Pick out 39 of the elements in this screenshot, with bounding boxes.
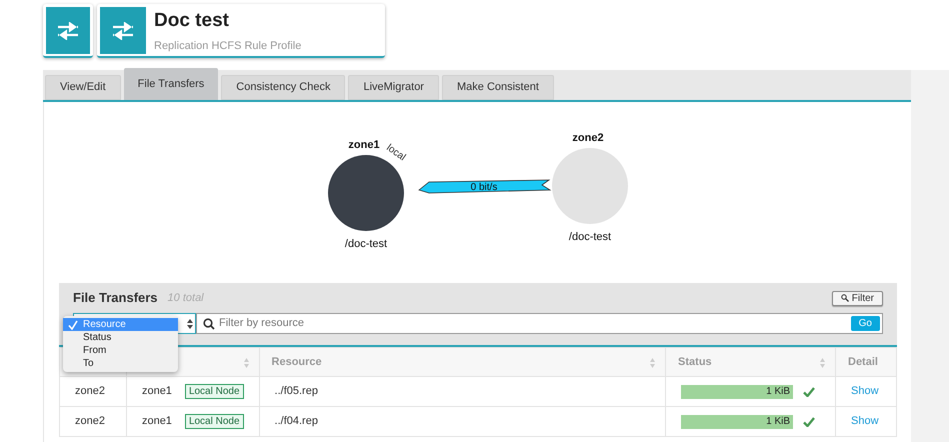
transfer-rate: 0 bit/s xyxy=(470,182,498,193)
page-title: Doc test xyxy=(154,9,230,33)
filter-button[interactable]: Filter xyxy=(832,290,883,306)
local-node-badge: Local Node xyxy=(184,384,244,399)
total-count: 10 total xyxy=(168,290,204,306)
zone-name: zone2 xyxy=(572,132,604,144)
sort-icon[interactable] xyxy=(244,358,249,368)
local-node-badge: Local Node xyxy=(184,414,244,429)
transfer-arrows-icon xyxy=(56,22,80,40)
table-cell-text: zone1 xyxy=(142,384,172,400)
table-cell: zone2 xyxy=(75,415,105,428)
search-icon xyxy=(840,294,849,302)
tab[interactable]: File Transfers xyxy=(124,68,218,100)
table-cell: ../f05.rep xyxy=(274,385,318,398)
tab[interactable]: Consistency Check xyxy=(221,75,346,100)
checkmark-icon xyxy=(68,320,78,330)
table-cell-text: zone1 xyxy=(142,414,172,430)
local-label: local xyxy=(384,142,408,164)
tab[interactable]: LiveMigrator xyxy=(348,75,439,100)
tab[interactable]: View/Edit xyxy=(45,75,121,100)
updown-arrows-icon xyxy=(187,318,193,328)
path-label: /doc-test xyxy=(568,231,612,243)
dropdown-option[interactable]: From xyxy=(63,344,178,357)
transfer-size: 1 KiB xyxy=(766,414,790,428)
zone-name: zone1 xyxy=(348,139,380,151)
transfer-size: 1 KiB xyxy=(766,384,790,398)
sort-icon[interactable] xyxy=(650,358,656,368)
tab[interactable]: Make Consistent xyxy=(442,75,554,100)
sort-icon[interactable] xyxy=(820,358,825,368)
transfer-arrows-icon xyxy=(111,22,135,40)
path-label: /doc-test xyxy=(344,238,388,250)
section-title: File Transfers xyxy=(73,289,158,308)
zone-node[interactable] xyxy=(552,148,628,224)
dropdown-option[interactable]: Status xyxy=(63,331,178,344)
table-cell: zone2 xyxy=(75,385,105,398)
page-subtitle: Replication HCFS Rule Profile xyxy=(154,39,302,54)
table-cell: ../f04.rep xyxy=(274,415,318,428)
dropdown-option[interactable]: To xyxy=(63,357,178,370)
search-icon xyxy=(203,318,215,330)
